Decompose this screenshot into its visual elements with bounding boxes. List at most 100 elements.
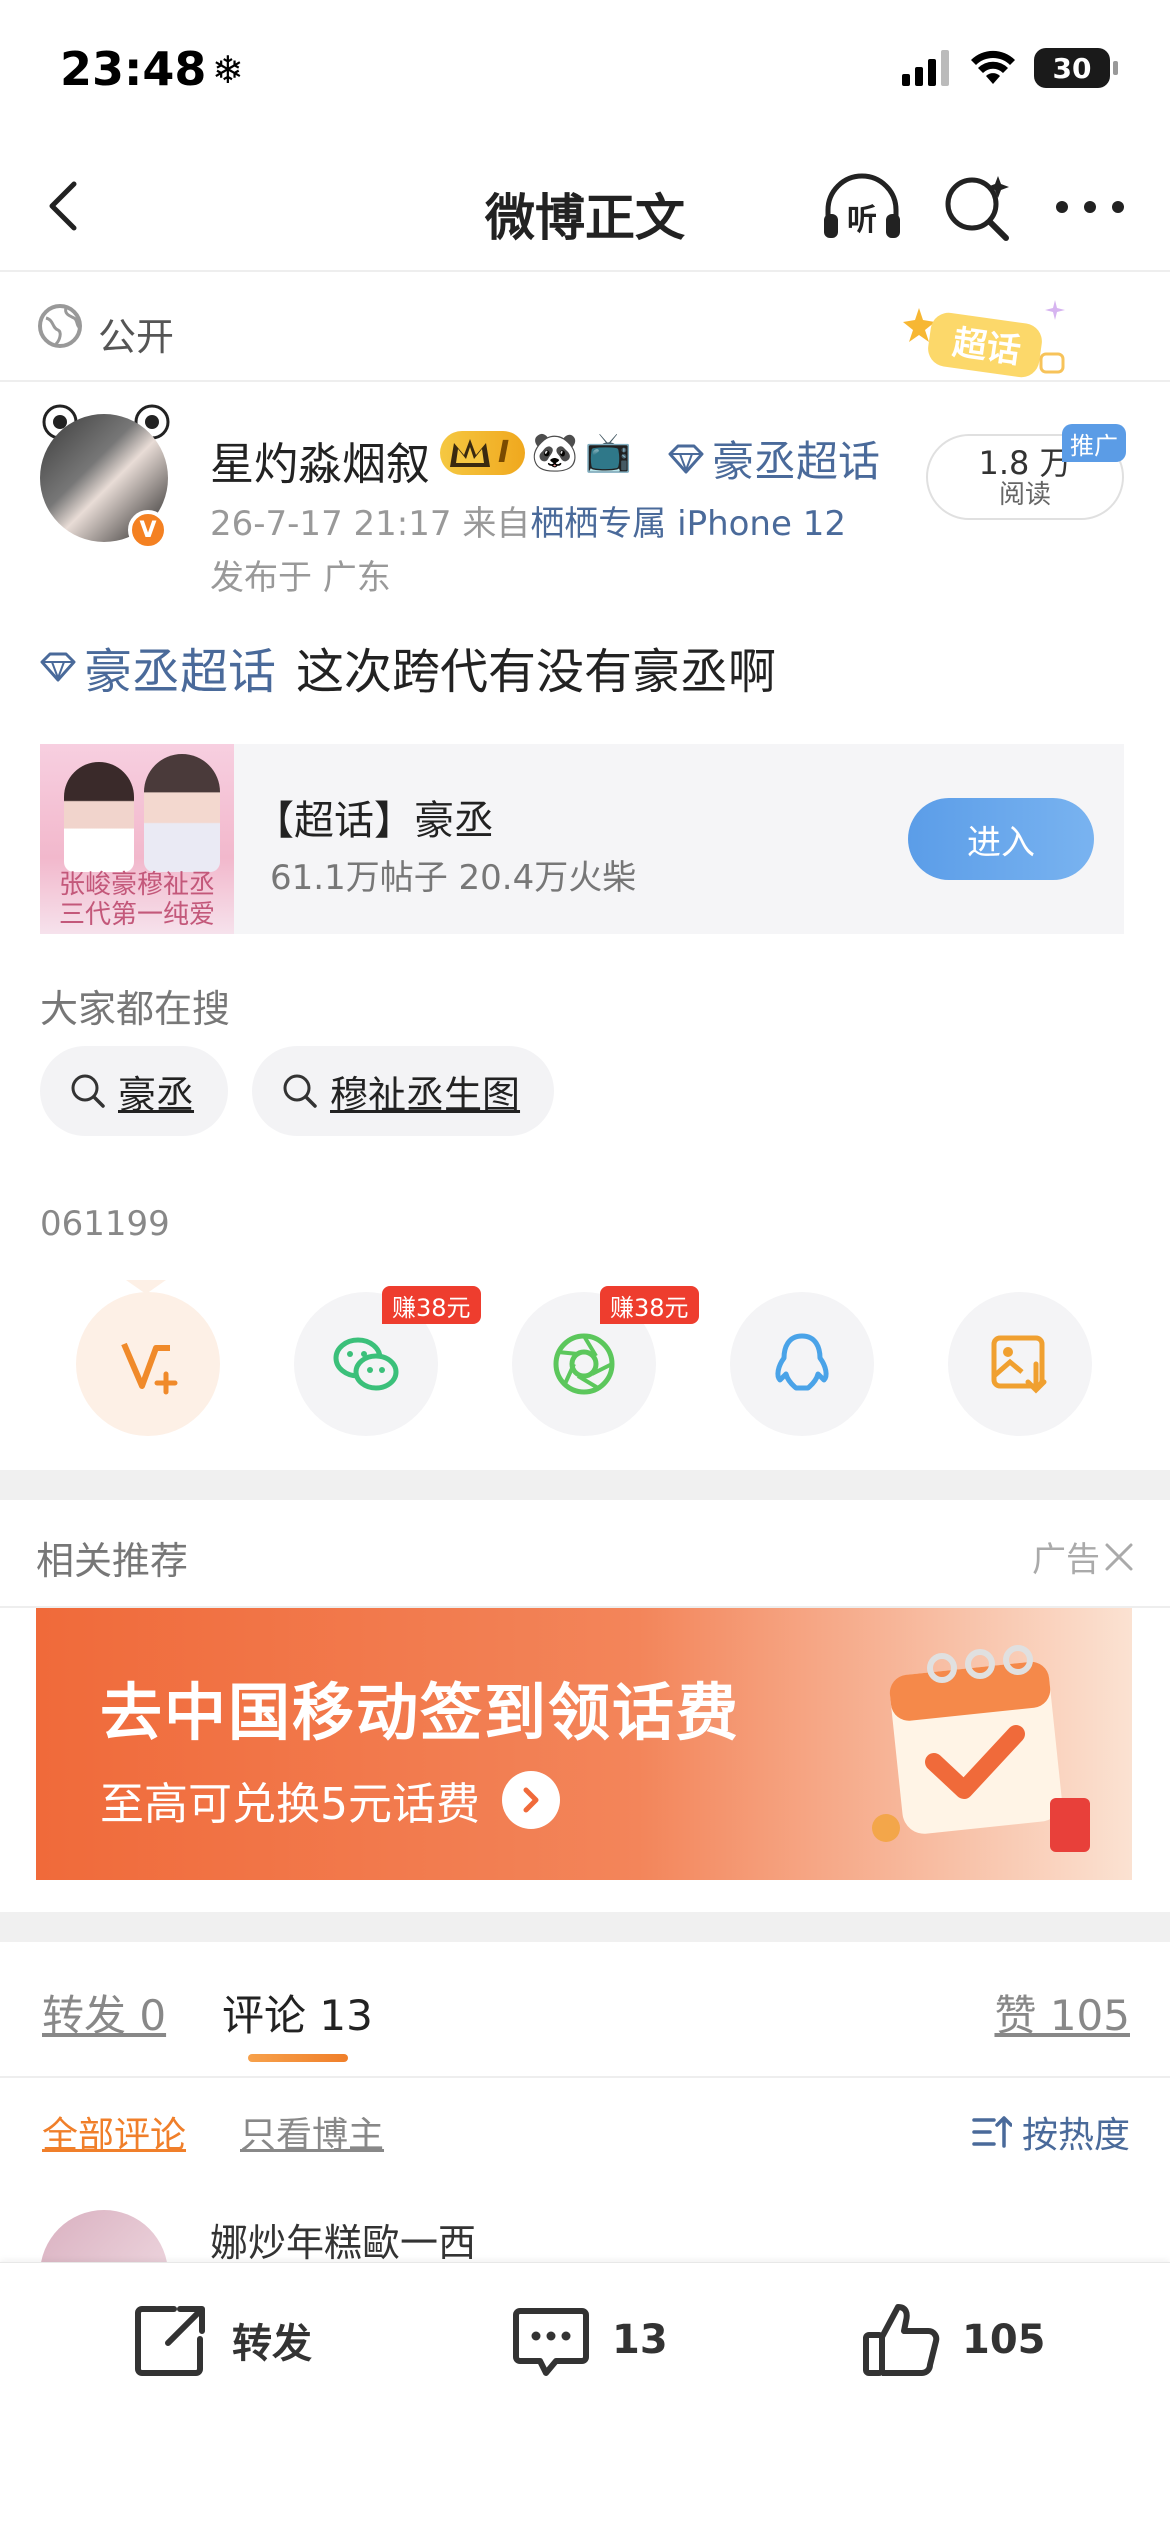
moments-icon: [553, 1333, 615, 1395]
tab-comment-label: 评论 13: [222, 1991, 373, 2040]
save-image-button[interactable]: [948, 1292, 1092, 1436]
thumbnail-caption-line2: 三代第一纯爱: [58, 900, 215, 930]
cellular-signal-icon: [902, 50, 949, 86]
author-name[interactable]: 星灼淼烟叙: [210, 428, 430, 492]
share-wechat-button[interactable]: 赚38元: [294, 1286, 481, 1436]
author-supertopic-link[interactable]: 豪丞超话: [668, 428, 880, 489]
section-divider: [0, 1912, 1170, 1942]
share-row: 赚38元 赚38元: [0, 1280, 1170, 1440]
qq-icon: [775, 1333, 829, 1391]
ad-banner[interactable]: 去中国移动签到领话费 至高可兑换5元话费: [36, 1608, 1132, 1880]
search-chip[interactable]: 豪丞: [40, 1046, 229, 1136]
share-qq-button[interactable]: [730, 1292, 874, 1436]
search-icon: [283, 1074, 317, 1108]
tab-repost[interactable]: 转发 0: [42, 1982, 166, 2043]
member-level-badge[interactable]: I: [440, 430, 526, 475]
headphones-listen-icon[interactable]: 听: [820, 170, 904, 242]
ad-subline: 至高可兑换5元话费: [100, 1768, 560, 1832]
filter-all-comments[interactable]: 全部评论: [42, 2106, 186, 2158]
supertopic-title: 【超话】豪丞: [254, 798, 494, 844]
bottom-action-bar: 转发 13 105: [0, 2262, 1170, 2532]
search-chip[interactable]: 穆祉丞生图: [252, 1046, 555, 1136]
post-time: 26-7-17 21:17: [210, 504, 452, 544]
diamond-icon: [40, 652, 76, 682]
like-button[interactable]: 105: [860, 2299, 1046, 2381]
crown-icon: [450, 438, 490, 467]
thumbnail-caption: 张峻豪穆祉丞 三代第一纯爱: [40, 870, 234, 930]
status-time: 23:48: [60, 42, 207, 96]
save-image-icon: [991, 1335, 1047, 1394]
tab-comment[interactable]: 评论 13: [222, 1982, 373, 2043]
wechat-icon: [333, 1337, 399, 1391]
filter-author-only[interactable]: 只看博主: [240, 2106, 384, 2158]
interaction-tabs: 转发 0 评论 13 赞 105: [0, 1950, 1170, 2078]
thumbnail-caption-line1: 张峻豪穆祉丞: [58, 870, 215, 900]
read-label: 阅读: [998, 480, 1051, 510]
comment-username[interactable]: 娜炒年糕歐一西: [210, 2212, 476, 2267]
like-count: 105: [962, 2317, 1046, 2363]
status-icons: 30: [902, 48, 1118, 88]
tab-like[interactable]: 赞 105: [994, 1982, 1130, 2043]
battery-icon: 30: [1034, 48, 1118, 88]
comment-filter-bar: 全部评论 只看博主 按热度: [0, 2078, 1170, 2178]
wifi-icon: [971, 50, 1015, 84]
repost-label: 转发: [232, 2321, 312, 2367]
comment-button[interactable]: 13: [510, 2299, 668, 2381]
recommend-header: 相关推荐 广告: [0, 1500, 1170, 1608]
thumbnail-person-right: [144, 754, 220, 872]
tv-badge-icon: 📺: [584, 430, 632, 474]
verified-badge: V: [128, 510, 168, 550]
calendar-check-icon: [872, 1645, 1090, 1852]
reference-number: 061199: [40, 1204, 170, 1244]
close-icon[interactable]: [1104, 1542, 1134, 1572]
author-avatar[interactable]: V: [36, 400, 176, 550]
source-prefix: 来自: [462, 504, 531, 544]
visibility-label: 公开: [98, 315, 175, 359]
section-divider: [0, 1470, 1170, 1500]
chevron-right-icon: [502, 1771, 560, 1829]
repost-button[interactable]: 转发: [130, 2299, 312, 2381]
share-arrow-icon: [135, 2306, 205, 2376]
panda-badge-icon: 🐼: [531, 430, 579, 474]
post-body: 豪丞超话 这次跨代有没有豪丞啊: [40, 632, 776, 702]
supertopic-card[interactable]: 张峻豪穆祉丞 三代第一纯爱 【超话】豪丞 61.1万帖子 20.4万火柴 进入: [40, 744, 1124, 934]
ad-headline: 去中国移动签到领话费: [100, 1676, 741, 1749]
supertopic-badge: 超话: [903, 300, 1065, 378]
thumbs-up-icon: [863, 2304, 940, 2376]
post-text: 这次跨代有没有豪丞啊: [296, 644, 777, 700]
svg-text:听: 听: [847, 203, 877, 238]
trending-search-heading: 大家都在搜: [40, 987, 231, 1031]
comment-bubble-icon: [513, 2308, 589, 2376]
sort-label: 按热度: [1021, 2115, 1130, 2156]
diamond-icon: [668, 444, 704, 473]
thumbnail-person-left: [64, 762, 134, 872]
nav-bar: 微博正文 听: [0, 140, 1170, 272]
active-tab-indicator: [248, 2054, 348, 2062]
search-icon: [71, 1074, 105, 1108]
ad-subline-text: 至高可兑换5元话费: [100, 1779, 480, 1830]
post-supertopic-link[interactable]: 豪丞超话: [40, 632, 276, 702]
author-badges: I 🐼 📺: [440, 430, 632, 475]
search-icon[interactable]: [940, 170, 1016, 246]
comment-item: 娜炒年糕歐一西: [0, 2190, 1170, 2338]
status-bar: 23:48 ❄ 30: [0, 0, 1170, 140]
ad-label: 广告: [1032, 1540, 1100, 1580]
tab-like-label: 赞 105: [994, 1991, 1130, 2040]
supertopic-stats: 61.1万帖子 20.4万火柴: [270, 858, 637, 898]
comment-count: 13: [612, 2317, 668, 2363]
share-vplus-button[interactable]: [76, 1292, 220, 1436]
supertopic-thumbnail: 张峻豪穆祉丞 三代第一纯爱: [40, 744, 234, 934]
sort-icon: [972, 2116, 1012, 2148]
trending-search-chips: 豪丞 穆祉丞生图: [40, 1046, 555, 1136]
post-location: 发布于 广东: [210, 558, 391, 598]
post-source[interactable]: 栖栖专属 iPhone 12: [530, 504, 846, 544]
share-moments-button[interactable]: 赚38元: [512, 1286, 699, 1436]
earn-reward-badge: 赚38元: [382, 1286, 481, 1324]
member-level-text: I: [498, 435, 510, 470]
promote-tag[interactable]: 推广: [1062, 424, 1126, 462]
search-chip-label: 豪丞: [118, 1072, 195, 1117]
enter-button[interactable]: 进入: [908, 798, 1094, 880]
sort-by-hot-button[interactable]: 按热度: [972, 2106, 1130, 2158]
more-options-icon[interactable]: [1052, 192, 1128, 222]
author-supertopic-label: 豪丞超话: [712, 437, 881, 486]
